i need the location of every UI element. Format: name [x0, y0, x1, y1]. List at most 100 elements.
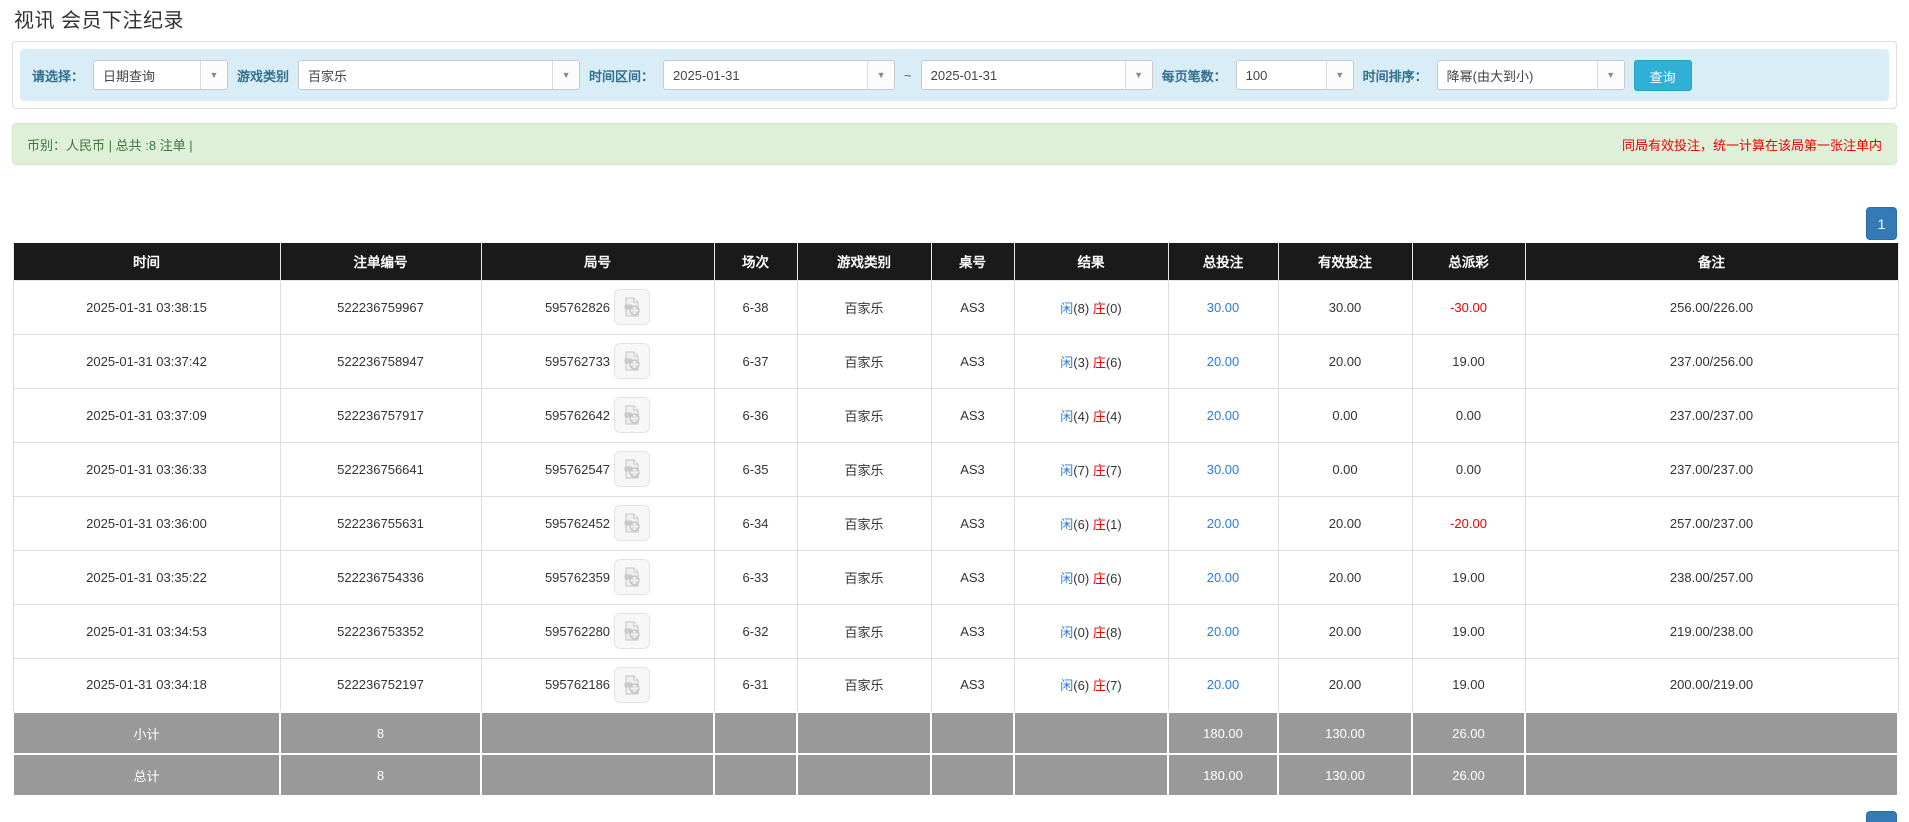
- date-to-select[interactable]: 2025-01-31 ▼: [920, 60, 1153, 90]
- video-replay-button[interactable]: [614, 343, 651, 379]
- video-file-icon: [624, 405, 640, 425]
- sort-select[interactable]: 降幂(由大到小) ▼: [1436, 60, 1625, 90]
- table-row: 2025-01-31 03:38:15 522236759967 5957628…: [12, 279, 1899, 335]
- header-round-id: 局号: [480, 243, 715, 281]
- round-id-text: 595762547: [544, 461, 611, 477]
- result-banker: 庄: [1092, 408, 1106, 424]
- cell-bet-id: 522236757917: [279, 387, 482, 443]
- chevron-down-icon[interactable]: ▼: [1596, 61, 1624, 89]
- cell-time: 2025-01-31 03:35:22: [12, 549, 281, 605]
- cell-result: 闲(7) 庄(7): [1013, 441, 1169, 497]
- cell-valid-bet: 0.00: [1277, 441, 1413, 497]
- cell-note: 237.00/237.00: [1524, 387, 1899, 443]
- query-type-select[interactable]: 日期查询 ▼: [93, 60, 229, 90]
- header-bet-id: 注单编号: [279, 243, 482, 281]
- cell-game-type: 百家乐: [796, 549, 932, 605]
- cell-game-type: 百家乐: [796, 603, 932, 659]
- cell-table-no: AS3: [930, 279, 1015, 335]
- video-replay-button[interactable]: [614, 397, 651, 433]
- per-page-select[interactable]: 100 ▼: [1235, 60, 1354, 90]
- table-row: 2025-01-31 03:36:33 522236756641 5957625…: [12, 441, 1899, 497]
- chevron-down-icon[interactable]: ▼: [867, 61, 895, 89]
- video-file-icon: [624, 513, 640, 533]
- cell-valid-bet: 20.00: [1277, 333, 1413, 389]
- summary-bar: 币别：人民币 | 总共 :8 注单 | 同局有效投注，统一计算在该局第一张注单内: [12, 123, 1897, 165]
- result-banker-score: (7): [1105, 678, 1122, 694]
- cell-bet-id: 522236758947: [279, 333, 482, 389]
- result-banker-score: (1): [1105, 516, 1122, 532]
- cell-game-type: 百家乐: [796, 495, 932, 551]
- video-file-icon: [624, 567, 640, 587]
- cell-result: 闲(0) 庄(6): [1013, 549, 1169, 605]
- video-replay-button[interactable]: [614, 451, 651, 487]
- total-bet-link[interactable]: 20.00: [1207, 408, 1240, 423]
- cell-round-id: 595762186: [480, 657, 715, 713]
- cell-game-type: 百家乐: [796, 333, 932, 389]
- video-replay-button[interactable]: [614, 666, 651, 703]
- search-button[interactable]: 查询: [1633, 59, 1692, 91]
- cell-session: 6-35: [713, 441, 798, 497]
- time-range-label: 时间区间：: [589, 68, 655, 84]
- cell-time: 2025-01-31 03:37:09: [12, 387, 281, 443]
- total-bet-link[interactable]: 20.00: [1207, 677, 1240, 692]
- cell-time: 2025-01-31 03:36:00: [12, 495, 281, 551]
- subtotal-row: 小计 8 180.00 130.00 26.00: [12, 711, 1899, 755]
- subtotal-count: 8: [279, 711, 482, 755]
- video-replay-button[interactable]: [614, 559, 651, 595]
- cell-valid-bet: 20.00: [1277, 603, 1413, 659]
- page-1-button[interactable]: 1: [1866, 811, 1897, 822]
- round-id-text: 595762642: [544, 407, 611, 423]
- page-1-button[interactable]: 1: [1866, 207, 1897, 240]
- cell-round-id: 595762280: [480, 603, 715, 659]
- cell-result: 闲(6) 庄(1): [1013, 495, 1169, 551]
- result-player-score: (8): [1073, 300, 1090, 316]
- cell-total-bet: 30.00: [1167, 279, 1279, 335]
- total-bet-link[interactable]: 20.00: [1207, 354, 1240, 369]
- cell-bet-id: 522236753352: [279, 603, 482, 659]
- result-player-score: (6): [1073, 678, 1090, 694]
- video-replay-button[interactable]: [614, 505, 651, 541]
- result-banker: 庄: [1092, 516, 1106, 532]
- cell-time: 2025-01-31 03:36:33: [12, 441, 281, 497]
- total-bet-link[interactable]: 20.00: [1207, 624, 1240, 639]
- game-type-select[interactable]: 百家乐 ▼: [298, 60, 581, 90]
- result-banker-score: (6): [1105, 570, 1122, 586]
- result-player: 闲: [1060, 408, 1074, 424]
- total-bet-link[interactable]: 30.00: [1207, 300, 1240, 315]
- total-bet-link[interactable]: 20.00: [1207, 570, 1240, 585]
- header-time: 时间: [12, 243, 281, 281]
- cell-note: 237.00/256.00: [1524, 333, 1899, 389]
- total-bet-link[interactable]: 20.00: [1207, 516, 1240, 531]
- round-id-text: 595762826: [544, 299, 611, 315]
- cell-payout: 19.00: [1411, 603, 1526, 659]
- total-total-bet: 180.00: [1167, 753, 1279, 797]
- cell-bet-id: 522236752197: [279, 657, 482, 713]
- header-table-no: 桌号: [930, 243, 1015, 281]
- result-banker: 庄: [1092, 678, 1106, 694]
- subtotal-valid-bet: 130.00: [1277, 711, 1413, 755]
- chevron-down-icon[interactable]: ▼: [1325, 61, 1353, 89]
- chevron-down-icon[interactable]: ▼: [200, 61, 228, 89]
- cell-time: 2025-01-31 03:38:15: [12, 279, 281, 335]
- date-from-select[interactable]: 2025-01-31 ▼: [663, 60, 896, 90]
- result-player-score: (0): [1073, 624, 1090, 640]
- cell-valid-bet: 20.00: [1277, 549, 1413, 605]
- total-row: 总计 8 180.00 130.00 26.00: [12, 753, 1899, 797]
- date-to-value: 2025-01-31: [930, 67, 998, 83]
- total-bet-link[interactable]: 30.00: [1207, 462, 1240, 477]
- per-page-label: 每页笔数：: [1161, 68, 1227, 84]
- cell-note: 257.00/237.00: [1524, 495, 1899, 551]
- chevron-down-icon[interactable]: ▼: [552, 61, 580, 89]
- round-id-text: 595762280: [544, 623, 611, 639]
- header-valid-bet: 有效投注: [1277, 243, 1413, 281]
- table-row: 2025-01-31 03:34:18 522236752197 5957621…: [12, 657, 1899, 713]
- cell-time: 2025-01-31 03:34:18: [12, 657, 281, 713]
- cell-session: 6-32: [713, 603, 798, 659]
- result-player: 闲: [1060, 354, 1074, 370]
- result-player-score: (7): [1073, 462, 1090, 478]
- video-replay-button[interactable]: [614, 289, 651, 325]
- cell-table-no: AS3: [930, 441, 1015, 497]
- game-type-value: 百家乐: [308, 68, 348, 84]
- chevron-down-icon[interactable]: ▼: [1124, 61, 1152, 89]
- video-replay-button[interactable]: [614, 613, 651, 649]
